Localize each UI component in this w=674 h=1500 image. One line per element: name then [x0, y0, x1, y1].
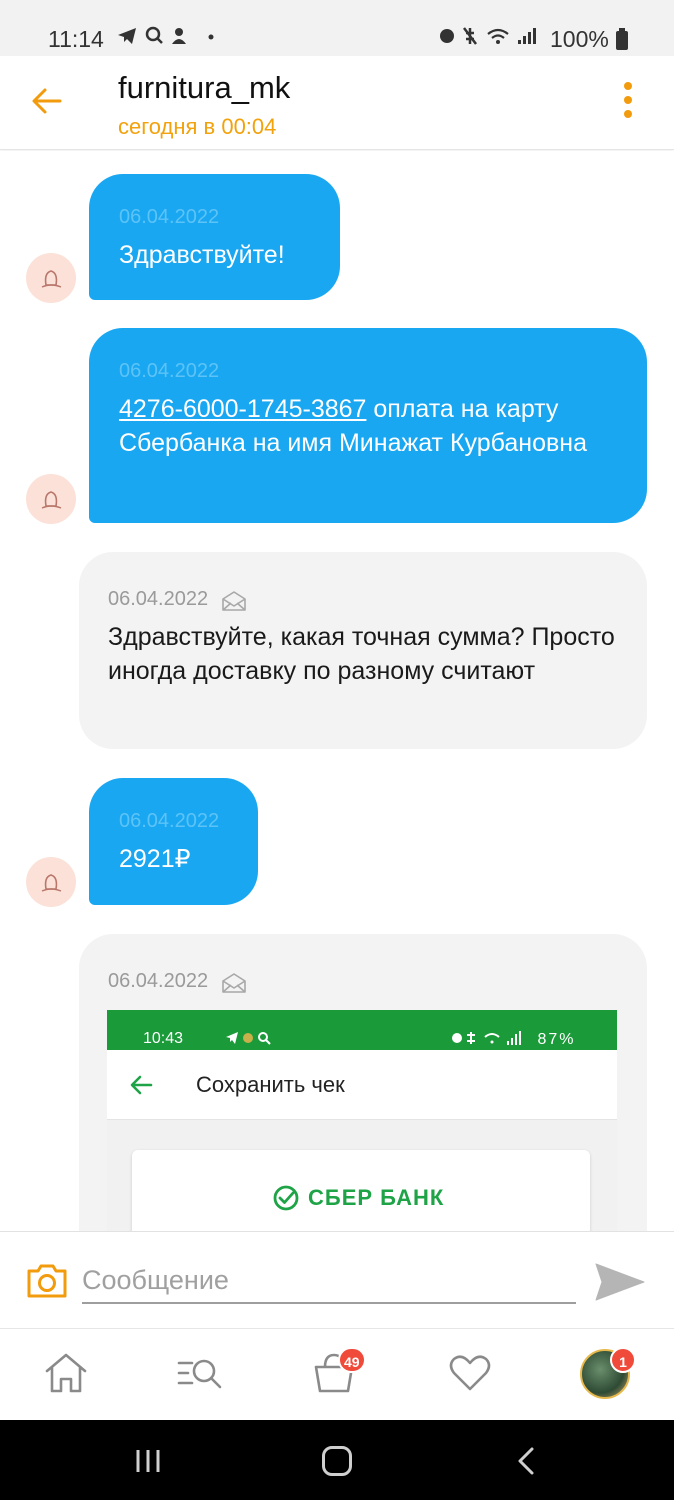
receipt-status-icons: [225, 1030, 275, 1051]
message-date: 06.04.2022: [119, 360, 220, 382]
message-date: 06.04.2022: [108, 970, 209, 992]
status-right-icons: [436, 24, 546, 54]
alarm-mute-wifi-signal-icon: [452, 1031, 521, 1045]
user-avatar-icon: [41, 270, 62, 288]
receipt-back-arrow-icon: [130, 1075, 153, 1095]
recent-apps-icon[interactable]: [134, 1448, 162, 1474]
camera-icon[interactable]: [26, 1262, 68, 1300]
status-bar: 11:14 100%: [0, 0, 674, 56]
receipt-card: СБЕР БАНК: [132, 1150, 590, 1231]
receipt-toolbar: Сохранить чек: [107, 1050, 617, 1120]
sber-check-icon: [273, 1185, 299, 1211]
system-navigation-bar: [0, 1420, 674, 1500]
message-bubble-outgoing[interactable]: 06.04.2022 Здравствуйте!: [89, 174, 340, 300]
message-bubble-incoming[interactable]: 06.04.2022 Здравствуйте, какая точная су…: [79, 552, 647, 749]
telegram-search-icon: [226, 1032, 271, 1045]
sender-avatar[interactable]: [26, 857, 76, 907]
cart-count-badge: 49: [338, 1347, 366, 1373]
user-avatar-icon: [41, 491, 62, 509]
battery-icon: [616, 28, 629, 50]
receipt-battery: 87%: [537, 1031, 576, 1048]
status-battery: 100%: [550, 26, 629, 53]
status-left-icons: [116, 24, 228, 54]
alarm-mute-wifi-signal-icon: [440, 27, 536, 45]
back-arrow-icon[interactable]: [30, 84, 64, 118]
sber-logo: СБЕР БАНК: [272, 1184, 444, 1212]
receipt-title: Сохранить чек: [196, 1072, 345, 1097]
chat-title[interactable]: furnitura_mk: [118, 70, 290, 106]
system-back-icon[interactable]: [512, 1446, 540, 1476]
card-number-link[interactable]: 4276-6000-1745-3867: [119, 395, 366, 423]
envelope-read-icon: [221, 590, 246, 611]
message-list[interactable]: 06.04.2022 Здравствуйте! 06.04.2022 4276…: [0, 151, 674, 1231]
home-icon[interactable]: [42, 1349, 90, 1397]
message-input[interactable]: [82, 1258, 576, 1304]
message-date: 06.04.2022: [108, 588, 209, 610]
message-text: Здравствуйте, какая точная сумма? Просто…: [108, 623, 615, 685]
catalog-search-icon[interactable]: [176, 1349, 224, 1397]
chat-header: furnitura_mk сегодня в 00:04: [0, 56, 674, 150]
message-bubble-incoming-image[interactable]: 06.04.2022 10:43 87% Сохранить чек СБЕР …: [79, 934, 647, 1231]
sber-logo-text: СБЕР БАНК: [308, 1185, 445, 1210]
receipt-status-time: 10:43: [143, 1030, 184, 1047]
home-button-icon[interactable]: [322, 1446, 352, 1476]
telegram-search-notification-icon: [118, 26, 214, 44]
message-text: 2921₽: [119, 845, 191, 873]
last-seen: сегодня в 00:04: [118, 114, 277, 139]
profile-notification-badge: 1: [610, 1347, 636, 1373]
user-avatar-icon: [41, 874, 62, 892]
message-bubble-outgoing[interactable]: 06.04.2022 2921₽: [89, 778, 258, 905]
message-composer: [0, 1231, 674, 1328]
message-text: 4276-6000-1745-3867 оплата на карту Сбер…: [119, 392, 617, 460]
send-icon[interactable]: [594, 1260, 646, 1304]
receipt-status-bar: 10:43 87%: [107, 1010, 617, 1050]
status-time: 11:14: [48, 26, 104, 52]
more-options-icon[interactable]: [620, 82, 636, 122]
battery-percent: 100%: [550, 26, 609, 52]
favorites-heart-icon[interactable]: [446, 1349, 494, 1397]
sender-avatar[interactable]: [26, 253, 76, 303]
envelope-read-icon: [221, 972, 246, 993]
message-bubble-outgoing[interactable]: 06.04.2022 4276-6000-1745-3867 оплата на…: [89, 328, 647, 523]
message-date: 06.04.2022: [119, 810, 220, 832]
message-date: 06.04.2022: [119, 206, 220, 228]
receipt-screenshot-image[interactable]: 10:43 87% Сохранить чек СБЕР БАНК: [107, 1010, 617, 1231]
message-text: Здравствуйте!: [119, 241, 285, 269]
bottom-navigation: 49 1: [0, 1328, 674, 1420]
receipt-status-right: 87%: [451, 1030, 575, 1049]
sender-avatar[interactable]: [26, 474, 76, 524]
